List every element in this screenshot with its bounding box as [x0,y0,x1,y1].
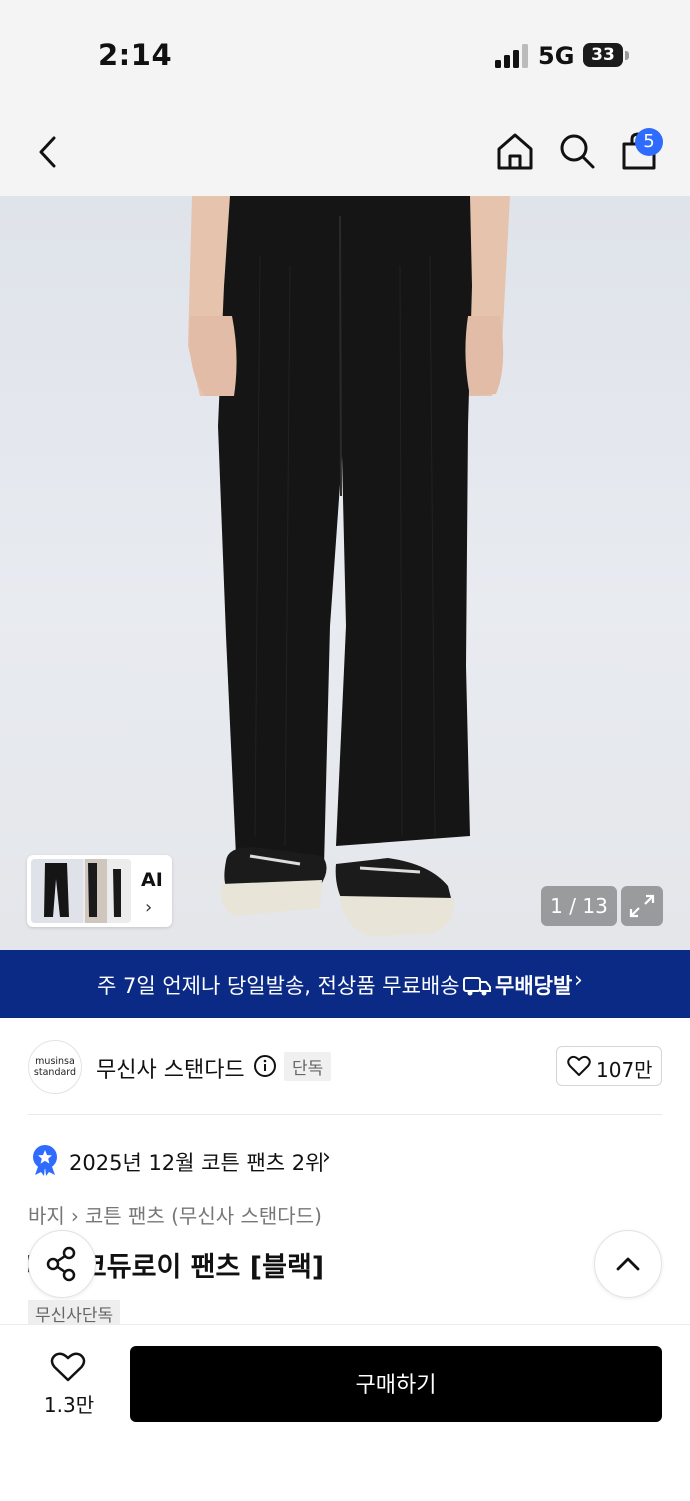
brand-like-button[interactable]: 107만 [556,1046,662,1086]
brand-row: musinsa standard 무신사 스탠다드 단독 107만 [0,1018,690,1116]
heart-icon [50,1352,86,1382]
battery-indicator: 33 [583,43,623,67]
scroll-top-button[interactable] [594,1230,662,1298]
breadcrumb-separator: › [70,1204,79,1228]
home-icon[interactable] [494,130,536,172]
delivery-text: 주 7일 언제나 당일발송, 전상품 무료배송 [97,974,460,998]
status-bar: 2:14 5G 33 [0,0,690,100]
heart-icon [567,1055,591,1076]
chevron-up-icon [616,1257,640,1271]
product-title: 와이드 코듀로이 팬츠 [블랙] [28,1245,588,1285]
battery-cap [625,51,629,60]
network-type: 5G [538,42,575,70]
chevron-right-icon: › [574,968,583,993]
exclusive-badge: 단독 [284,1052,332,1081]
signal-icon [495,44,528,68]
ai-label: AI [141,869,163,891]
brand-name[interactable]: 무신사 스탠다드 [96,1052,245,1084]
breadcrumb-item[interactable]: 코튼 팬츠 (무신사 스탠다드) [85,1204,322,1228]
product-photo [188,196,510,936]
ranking-text: 2025년 12월 코튼 팬츠 2위 [69,1151,325,1175]
search-icon[interactable] [556,130,598,172]
cart-count-badge: 5 [635,128,663,156]
back-arrow-icon[interactable] [32,132,66,172]
product-tag: 무신사단독 [28,1300,121,1327]
share-button[interactable] [28,1230,96,1298]
ranking-badge-icon [33,1145,57,1176]
brand-logo[interactable]: musinsa standard [28,1040,82,1094]
breadcrumb-item[interactable]: 바지 [28,1204,65,1228]
delivery-logo-text: 무배당발 [495,974,573,998]
expand-icon[interactable] [621,886,663,926]
product-image[interactable]: AI › 1 / 13 [0,196,690,950]
delivery-logo: 무배당발 [463,970,572,1000]
ranking-row[interactable]: 2025년 12월 코튼 팬츠 2위 › [0,1140,690,1180]
bottom-action-bar: 1.3만 구매하기 [0,1324,690,1501]
ai-thumbnail-card[interactable]: AI › [27,855,172,927]
breadcrumb: 바지 › 코튼 팬츠 (무신사 스탠다드) [28,1200,322,1229]
buy-button[interactable]: 구매하기 [130,1346,662,1422]
divider [28,1114,662,1115]
image-counter: 1 / 13 [541,886,617,926]
chevron-right-icon: › [322,1145,331,1170]
brand-logo-line1: musinsa [35,1056,75,1067]
chevron-right-icon: › [145,897,153,918]
thumbnail-images [31,859,131,923]
brand-like-count: 107만 [596,1058,653,1082]
status-time: 2:14 [98,38,173,72]
wishlist-count: 1.3만 [43,1393,95,1417]
delivery-truck-icon [463,977,491,996]
app-header [0,100,690,196]
info-icon[interactable] [253,1054,277,1078]
delivery-banner[interactable]: 주 7일 언제나 당일발송, 전상품 무료배송 무배당발 › [0,950,690,1018]
share-icon [46,1246,76,1282]
brand-logo-line2: standard [33,1067,77,1078]
wishlist-button[interactable]: 1.3만 [40,1347,98,1423]
